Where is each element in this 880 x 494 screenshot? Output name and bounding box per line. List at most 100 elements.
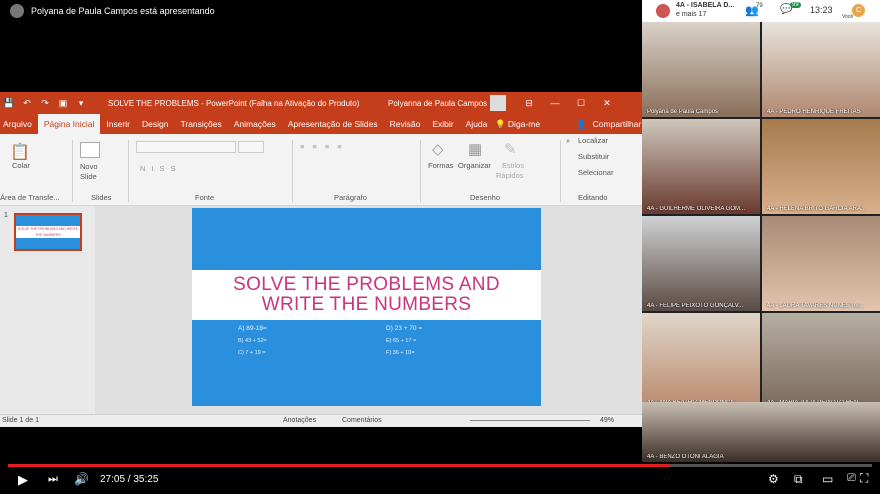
presenter-bar: Polyana de Paula Campos está apresentand… — [0, 0, 640, 22]
tab-inserir[interactable]: Inserir — [100, 119, 136, 129]
chat-count: 99 — [790, 2, 801, 8]
font-size-box[interactable] — [238, 141, 264, 153]
lightbulb-icon: 💡 — [495, 118, 506, 129]
user-name: Polyanna de Paula Campos — [388, 98, 488, 108]
group-paragraph: Parágrafo — [334, 193, 367, 202]
tab-revisao[interactable]: Revisão — [384, 119, 427, 129]
find-icon[interactable]: ⌕ — [566, 136, 570, 146]
problem-c: C) 7 + 19 = — [238, 350, 266, 356]
tab-arquivo[interactable]: Arquivo — [0, 119, 38, 129]
tab-pagina-inicial[interactable]: Página Inicial — [37, 114, 101, 134]
fullscreen-icon[interactable]: ⛶ — [860, 471, 868, 486]
zoom-slider[interactable] — [470, 420, 590, 421]
replace-button[interactable]: Substituir — [578, 152, 609, 161]
notes-button[interactable]: Anotações — [283, 417, 316, 424]
slide[interactable]: SOLVE THE PROBLEMS AND WRITE THE NUMBERS… — [192, 208, 541, 406]
tab-transicoes[interactable]: Transições — [174, 119, 227, 129]
share-button[interactable]: Compartilhar — [587, 119, 648, 129]
player-controls: ▶ ⏭ 🔊 27:05 / 35:25 ⚙ ⧉ ▭ ⎚ ⛶ — [0, 462, 880, 494]
paragraph-icons[interactable]: ≡ ≡ ≡ ≡ — [300, 142, 345, 151]
styles-icon[interactable]: ✎ — [504, 140, 517, 158]
ribbon-tabs: Arquivo Página Inicial Inserir Design Tr… — [0, 114, 642, 134]
select-button[interactable]: Selecionar — [578, 168, 613, 177]
font-format-icons[interactable]: NISS — [140, 164, 182, 173]
participant-tile[interactable]: 4A - BENZO OTONI ALÁGIA — [642, 402, 880, 462]
new-slide-icon[interactable] — [80, 142, 100, 158]
ribbon-options-icon[interactable]: ⊟ — [520, 98, 538, 109]
play-icon[interactable]: ▶ — [18, 472, 28, 488]
customize-icon[interactable]: ▾ — [72, 98, 90, 109]
comments-button[interactable]: Comentários — [342, 417, 382, 424]
tab-ajuda[interactable]: Ajuda — [460, 119, 494, 129]
present-icon[interactable]: ▣ — [54, 98, 72, 109]
slide-thumbnail[interactable]: SOLVE THE PROBLEMS AND WRITE THE NUMBERS — [14, 213, 82, 251]
problem-d: D) 23 + 70 = — [386, 325, 423, 332]
ribbon-home: 📋 Colar Área de Transfe... Novo Slide Sl… — [0, 134, 642, 206]
participant-tile[interactable]: 4A - PEDRO HENRIQUE FREITAS — [762, 22, 880, 117]
tell-me[interactable]: Diga-me — [508, 119, 546, 129]
settings-icon[interactable]: ⚙ — [768, 472, 779, 486]
new-slide-label2[interactable]: Slide — [80, 172, 97, 181]
organize-label[interactable]: Organizar — [458, 161, 491, 170]
styles-label2[interactable]: Rápidos — [496, 171, 524, 180]
paste-icon[interactable]: 📋 — [10, 142, 30, 162]
room-name: 4A - ISABELA D... — [676, 2, 735, 9]
participant-name: 4A - HELENA BRITO GARCIA ARA... — [767, 206, 866, 212]
theater-icon[interactable]: ▭ — [822, 472, 833, 486]
time-display: 27:05 / 35:25 — [100, 474, 159, 485]
close-icon[interactable]: ✕ — [598, 98, 616, 109]
problem-f: F) 36 + 10= — [386, 350, 415, 356]
group-slides: Slides — [91, 193, 112, 202]
room-avatar — [656, 4, 670, 18]
group-drawing: Desenho — [470, 193, 501, 202]
participant-grid: Polyana de Paula Campos 4A - PEDRO HENRI… — [642, 22, 880, 462]
clock: 13:23 — [810, 5, 833, 15]
participant-tile[interactable]: 4A - FELIPE PEIXOTO GONÇALV... — [642, 216, 760, 311]
font-name-box[interactable] — [136, 141, 236, 153]
tab-animacoes[interactable]: Animações — [228, 119, 282, 129]
save-icon[interactable]: 💾 — [0, 98, 18, 109]
participant-tile[interactable]: 4A - MARIA JULIA PEIXOTO HEN... — [762, 313, 880, 408]
title-bar: 💾 ↶ ↷ ▣ ▾ SOLVE THE PROBLEMS - PowerPoin… — [0, 92, 642, 114]
participant-tile[interactable]: 4A - GUILHERME OLIVEIRA GOM... — [642, 119, 760, 214]
find-button[interactable]: Localizar — [578, 136, 608, 145]
people-count: 79 — [756, 3, 763, 9]
group-font: Fonte — [195, 193, 215, 202]
participant-tile[interactable]: 4A - LAURA TAVARES NUNES (m... — [762, 216, 880, 311]
redo-icon[interactable]: ↷ — [36, 98, 54, 109]
styles-label[interactable]: Estilos — [502, 161, 524, 170]
problem-e: E) 65 + 17 = — [386, 338, 417, 344]
paste-label[interactable]: Colar — [12, 161, 30, 170]
shapes-label[interactable]: Formas — [428, 161, 453, 170]
tab-apresentacao[interactable]: Apresentação de Slides — [282, 119, 384, 129]
status-bar: Slide 1 de 1 Anotações Comentários 49% — [0, 414, 642, 427]
new-slide-label[interactable]: Novo — [80, 162, 98, 171]
shapes-icon[interactable]: ◇ — [432, 140, 444, 158]
thumbnail-pane: 1 SOLVE THE PROBLEMS AND WRITE THE NUMBE… — [0, 206, 95, 414]
maximize-icon[interactable]: ☐ — [572, 98, 590, 109]
participant-name: Polyana de Paula Campos — [647, 109, 719, 115]
organize-icon[interactable]: ▦ — [468, 140, 482, 158]
undo-icon[interactable]: ↶ — [18, 98, 36, 109]
group-clipboard: Área de Transfe... — [0, 193, 60, 202]
participant-tile[interactable]: Polyana de Paula Campos — [642, 22, 760, 117]
participant-tile[interactable]: 4A - ANA BEATRIZ MENDONÇA ... — [642, 313, 760, 408]
user-avatar[interactable] — [490, 95, 506, 111]
presenter-avatar — [10, 4, 24, 18]
thumb-number: 1 — [4, 212, 8, 219]
participant-name: 4A - FELIPE PEIXOTO GONÇALV... — [647, 303, 744, 309]
tab-exibir[interactable]: Exibir — [426, 119, 459, 129]
next-icon[interactable]: ⏭ — [48, 473, 58, 486]
self-avatar[interactable]: C — [852, 4, 865, 17]
presenter-text: Polyana de Paula Campos está apresentand… — [31, 6, 215, 16]
volume-icon[interactable]: 🔊 — [74, 472, 89, 486]
share-icon: 👤 — [576, 118, 587, 129]
minimize-icon[interactable]: — — [546, 98, 564, 108]
thumb-title: SOLVE THE PROBLEMS AND WRITE THE NUMBERS — [16, 226, 80, 238]
tab-design[interactable]: Design — [136, 119, 174, 129]
window-title: SOLVE THE PROBLEMS - PowerPoint (Falha n… — [108, 98, 360, 108]
cast-icon[interactable]: ⎚ — [847, 472, 856, 485]
participant-tile[interactable]: 4A - HELENA BRITO GARCIA ARA... — [762, 119, 880, 214]
miniplayer-icon[interactable]: ⧉ — [794, 472, 803, 487]
slide-count: Slide 1 de 1 — [2, 417, 39, 424]
